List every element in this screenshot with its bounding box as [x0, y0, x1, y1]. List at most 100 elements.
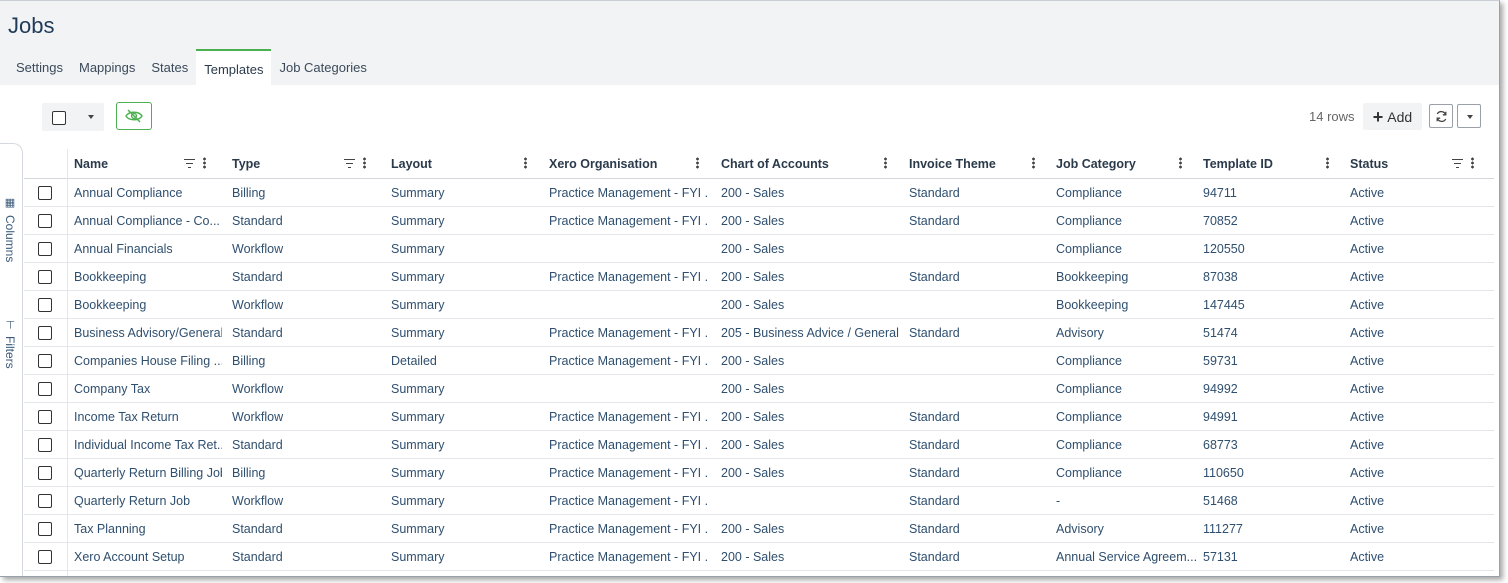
column-header-layout[interactable]: Layout [391, 149, 541, 179]
filter-icon: ⊢ [3, 320, 16, 330]
tab-settings[interactable]: Settings [8, 49, 71, 85]
tab-mappings[interactable]: Mappings [71, 49, 143, 85]
table-row[interactable]: Annual Financials Workflow Summary 200 - Sa… [24, 235, 1494, 263]
filter-icon[interactable] [1452, 158, 1463, 169]
column-header-job-category[interactable]: Job Category [1056, 149, 1196, 179]
row-checkbox[interactable] [38, 494, 52, 508]
tab-templates[interactable]: Templates [196, 49, 272, 85]
row-checkbox[interactable] [38, 410, 52, 424]
cell-xero-organisation [549, 235, 707, 263]
column-header-invoice-theme[interactable]: Invoice Theme [909, 149, 1049, 179]
select-all-dropdown[interactable] [42, 103, 104, 131]
cell-name[interactable]: Tax Planning [74, 515, 222, 543]
columns-panel-toggle[interactable]: ▦ Columns [3, 196, 17, 262]
cell-status: Active [1350, 214, 1385, 228]
cell-invoice-theme [909, 347, 1049, 375]
row-checkbox[interactable] [38, 326, 52, 340]
row-checkbox[interactable] [38, 466, 52, 480]
cell-layout: Summary [391, 550, 445, 564]
cell-job-category: Compliance [1056, 354, 1123, 368]
column-menu-icon[interactable] [203, 157, 206, 169]
cell-status: Active [1350, 354, 1385, 368]
column-header-actions [524, 157, 527, 169]
table-row[interactable]: Company Tax Workflow Summary 200 - Sales Com… [24, 375, 1494, 403]
column-header-template-id[interactable]: Template ID [1203, 149, 1343, 179]
row-checkbox[interactable] [38, 354, 52, 368]
filters-panel-toggle[interactable]: ⊢ Filters [3, 320, 17, 368]
column-header-actions [1452, 157, 1474, 169]
tab-job-categories[interactable]: Job Categories [271, 49, 374, 85]
cell-name[interactable]: Annual Compliance - Co... [74, 207, 222, 235]
column-header-actions [344, 157, 366, 169]
cell-template-id: 94711 [1203, 186, 1237, 200]
table-row[interactable]: Business Advisory/General Standard Summary… [24, 319, 1494, 347]
column-menu-icon[interactable] [1032, 157, 1035, 169]
cell-name[interactable]: Xero Account Setup [74, 543, 222, 571]
column-menu-icon[interactable] [1326, 157, 1329, 169]
column-header-actions [1032, 157, 1035, 169]
cell-template-id: 147445 [1203, 298, 1245, 312]
table-row[interactable]: Companies House Filing ... Billing Detaile… [24, 347, 1494, 375]
eye-off-icon [125, 109, 143, 123]
row-checkbox[interactable] [38, 186, 52, 200]
table-row[interactable]: Tax Planning Standard Summary Practice Mana… [24, 515, 1494, 543]
filters-label: Filters [3, 335, 17, 369]
cell-job-category: Advisory [1056, 326, 1104, 340]
refresh-button[interactable] [1429, 104, 1453, 128]
cell-invoice-theme: Standard [909, 214, 960, 228]
column-menu-icon[interactable] [1471, 157, 1474, 169]
table-row[interactable]: Individual Income Tax Ret... Standard Summ… [24, 431, 1494, 459]
column-header-chart-of-accounts[interactable]: Chart of Accounts [721, 149, 901, 179]
table-row[interactable]: Quarterly Return Job Workflow Summary Pract… [24, 487, 1494, 515]
tab-states[interactable]: States [143, 49, 196, 85]
cell-layout: Summary [391, 242, 445, 256]
column-menu-icon[interactable] [1179, 157, 1182, 169]
row-checkbox[interactable] [38, 214, 52, 228]
cell-name[interactable]: Bookkeeping [74, 263, 222, 291]
row-checkbox[interactable] [38, 522, 52, 536]
row-checkbox[interactable] [38, 550, 52, 564]
add-button[interactable]: + Add [1363, 103, 1422, 130]
column-menu-icon[interactable] [696, 157, 699, 169]
app-window: Jobs Settings Mappings States Templates … [0, 0, 1500, 577]
select-all-checkbox[interactable] [52, 111, 66, 125]
column-header-actions [184, 157, 206, 169]
table-row[interactable]: Quarterly Return Billing Job Billing Summa… [24, 459, 1494, 487]
column-menu-icon[interactable] [524, 157, 527, 169]
table-row[interactable]: Annual Compliance Billing Summary Practice … [24, 179, 1494, 207]
table-row[interactable]: Annual Compliance - Co... Standard Summary… [24, 207, 1494, 235]
column-menu-icon[interactable] [884, 157, 887, 169]
column-menu-icon[interactable] [363, 157, 366, 169]
cell-name[interactable]: Income Tax Return [74, 403, 222, 431]
columns-label: Columns [3, 215, 17, 263]
table-row[interactable]: Bookkeeping Workflow Summary 200 - Sales Boo… [24, 291, 1494, 319]
table-row[interactable]: Xero Account Setup Standard Summary Practic… [24, 543, 1494, 571]
cell-chart-of-accounts: 200 - Sales [721, 186, 785, 200]
row-checkbox[interactable] [38, 438, 52, 452]
cell-name[interactable]: Annual Financials [74, 235, 222, 263]
row-checkbox[interactable] [38, 242, 52, 256]
cell-name[interactable]: Quarterly Return Job [74, 487, 222, 515]
cell-name[interactable]: Individual Income Tax Ret... [74, 431, 222, 459]
cell-layout: Summary [391, 438, 445, 452]
cell-name[interactable]: Companies House Filing ... [74, 347, 222, 375]
cell-name[interactable]: Company Tax [74, 375, 222, 403]
more-options-button[interactable] [1457, 104, 1481, 128]
cell-chart-of-accounts: 200 - Sales [721, 298, 785, 312]
cell-name[interactable]: Bookkeeping [74, 291, 222, 319]
row-checkbox[interactable] [38, 298, 52, 312]
row-checkbox[interactable] [38, 382, 52, 396]
filter-icon[interactable] [184, 158, 195, 169]
page-title: Jobs [8, 13, 55, 38]
cell-name[interactable]: Quarterly Return Billing Job [74, 459, 222, 487]
row-checkbox[interactable] [38, 270, 52, 284]
table-row[interactable]: Bookkeeping Standard Summary Practice Manag… [24, 263, 1494, 291]
table-row[interactable]: Income Tax Return Workflow Summary Practice… [24, 403, 1494, 431]
toggle-hidden-button[interactable] [116, 102, 152, 130]
cell-name[interactable]: Business Advisory/General [74, 319, 222, 347]
cell-invoice-theme: Standard [909, 522, 960, 536]
cell-status: Active [1350, 466, 1385, 480]
column-header-xero-organisation[interactable]: Xero Organisation [549, 149, 707, 179]
cell-name[interactable]: Annual Compliance [74, 179, 222, 207]
filter-icon[interactable] [344, 158, 355, 169]
